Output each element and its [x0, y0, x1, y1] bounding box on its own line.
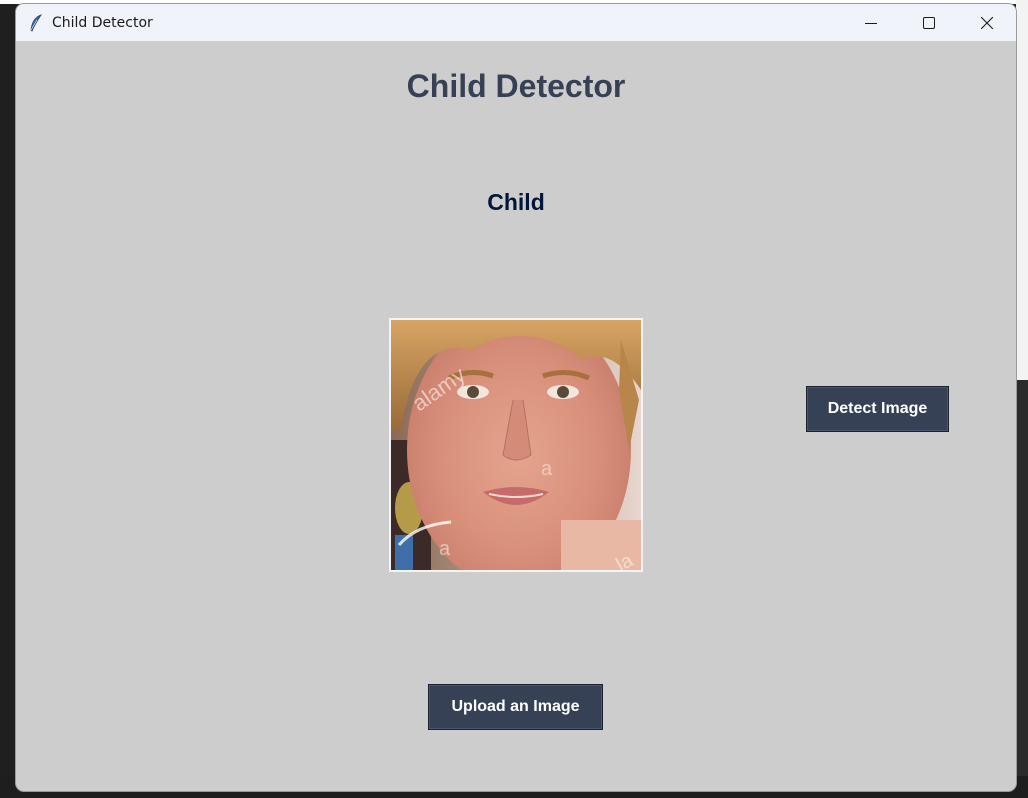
detection-result-label: Child — [487, 189, 545, 215]
minimize-button[interactable] — [842, 4, 900, 41]
close-button[interactable] — [958, 4, 1016, 41]
close-icon — [981, 16, 993, 29]
page-title: Child Detector — [406, 68, 626, 104]
watermark-text: a — [439, 538, 451, 560]
window-controls — [842, 4, 1016, 41]
feather-icon — [28, 13, 44, 32]
detect-image-button[interactable]: Detect Image — [806, 386, 949, 432]
desktop-right-strip-light — [1016, 0, 1028, 380]
app-window: Child Detector Child Detector Child alam… — [16, 4, 1016, 791]
watermark-text: a — [541, 458, 553, 480]
minimize-icon — [865, 22, 877, 24]
maximize-button[interactable] — [900, 4, 958, 41]
face-photo: alamy a a la — [391, 320, 641, 570]
title-bar[interactable]: Child Detector — [16, 4, 1016, 41]
uploaded-image: alamy a a la — [389, 318, 643, 572]
upload-image-button[interactable]: Upload an Image — [428, 684, 603, 730]
maximize-icon — [923, 16, 935, 29]
window-title: Child Detector — [52, 14, 153, 31]
